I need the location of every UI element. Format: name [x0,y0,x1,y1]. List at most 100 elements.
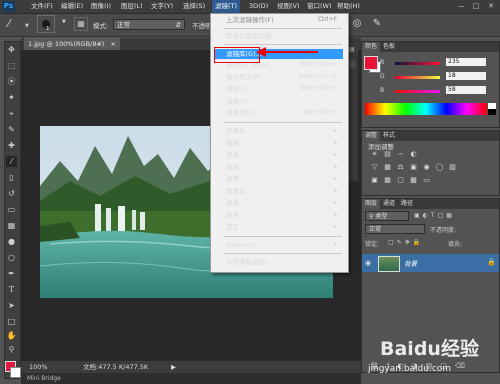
toggle-brush-panel-icon[interactable]: ▦ [74,17,88,31]
layer-name[interactable]: 背景 [404,258,417,268]
status-arrow-icon[interactable]: ▶ [171,361,176,373]
type-tool-icon[interactable]: T [6,284,17,295]
menu-item-browse-online-filters[interactable]: 浏览联机滤镜... [214,257,343,267]
brush-tool-preset-icon[interactable]: ⁄ [8,17,22,31]
color-balance-icon[interactable]: ⚖ [396,163,405,171]
clone-stamp-tool-icon[interactable]: ▯ [6,172,17,183]
menu-file[interactable]: 文件(F) [28,0,56,13]
brightness-contrast-icon[interactable]: ☀ [370,150,379,158]
menu-window[interactable]: 窗口(W) [304,0,335,13]
dodge-tool-icon[interactable]: ○ [6,252,17,263]
marquee-tool-icon[interactable]: ⬚ [6,60,17,71]
gradient-map-icon[interactable]: ▭ [422,176,431,184]
hue-saturation-icon[interactable]: ▦ [383,163,392,171]
black-white-icon[interactable]: ▣ [409,163,418,171]
close-window-button[interactable]: ✕ [486,2,496,11]
eyedropper-tool-icon[interactable]: ✎ [6,124,17,135]
tab-styles[interactable]: 样式 [380,131,398,141]
menu-select[interactable]: 选择(S) [180,0,208,13]
move-tool-icon[interactable]: ✥ [6,44,17,55]
history-panel-icon[interactable]: ▤ [349,46,356,53]
rectangle-tool-icon[interactable]: □ [6,316,17,327]
menu-item-lens-correction[interactable]: 镜头校正(R)... Shift+Ctrl+R [214,72,343,82]
menu-item-render[interactable]: 渲染 ▶ [214,198,343,208]
tab-layers[interactable]: 图层 [362,199,381,209]
layer-blend-mode-select[interactable]: 正常 [365,224,425,234]
brush-size-chevron-icon[interactable]: ▼ [62,19,67,25]
green-value-field[interactable]: 18 [446,72,486,80]
color-spectrum-bar[interactable] [365,103,487,115]
menu-item-last-filter[interactable]: 上次滤镜操作(F) Ctrl+F [214,15,343,25]
menu-layer[interactable]: 图层(L) [118,0,146,13]
menu-item-sharpen[interactable]: 锐化 ▶ [214,162,343,172]
red-slider[interactable] [395,62,440,65]
blue-slider[interactable] [395,90,440,93]
brush-tool-icon[interactable]: ⁄ [6,156,17,167]
document-tab[interactable]: 1.jpg @ 100%(RGB/8#) × [24,38,120,50]
curves-icon[interactable]: ∽ [396,150,405,158]
selective-color-icon[interactable]: ▩ [409,176,418,184]
tab-adjustments[interactable]: 调整 [362,131,381,141]
menu-item-video[interactable]: 视频 ▶ [214,174,343,184]
blend-mode-select[interactable]: 正常 ⇵ [113,19,185,30]
tab-paths[interactable]: 路径 [398,199,416,209]
menu-item-oil-paint[interactable]: 油画(O)... [214,96,343,106]
menu-3d[interactable]: 3D(D) [246,0,271,13]
menu-item-stylize[interactable]: 风格化 ▶ [214,126,343,136]
preset-chevron-icon[interactable]: ▼ [25,23,30,29]
zoom-tool-icon[interactable]: ⚲ [6,344,17,355]
zoom-level[interactable]: 100% [29,361,48,373]
layer-filter-icons[interactable]: ▣◐T□▦ [414,212,484,220]
gradient-tool-icon[interactable]: ▦ [6,220,17,231]
photo-filter-icon[interactable]: ◉ [422,163,431,171]
menu-item-vanishing-point[interactable]: 消失点(V)... Alt+Ctrl+V [214,108,343,118]
menu-edit[interactable]: 编辑(E) [58,0,86,13]
invert-icon[interactable]: ▣ [370,176,379,184]
menu-help[interactable]: 帮助(H) [334,0,363,13]
crop-tool-icon[interactable]: ⌖ [6,108,17,119]
color-lookup-icon[interactable]: ▧ [448,163,457,171]
pen-pressure-icon[interactable]: ✎ [370,17,384,31]
history-brush-tool-icon[interactable]: ↺ [6,188,17,199]
menu-item-convert-smart-filters[interactable]: 转换为智能滤镜 [214,31,343,41]
posterize-icon[interactable]: ▦ [383,176,392,184]
exposure-icon[interactable]: ◐ [409,150,418,158]
menu-item-pixelate[interactable]: 像素化 ▶ [214,186,343,196]
trash-icon[interactable]: ⌫ [455,362,473,370]
visibility-eye-icon[interactable]: ◉ [365,259,371,267]
menu-item-liquify[interactable]: 液化(L)... Shift+Ctrl+X [214,84,343,94]
tab-channels[interactable]: 通道 [380,199,398,209]
black-swatch[interactable] [488,109,496,115]
background-color-swatch[interactable] [10,367,21,378]
menu-type[interactable]: 文字(Y) [148,0,176,13]
menu-view[interactable]: 视图(V) [274,0,303,13]
minimize-button[interactable]: — [456,2,466,11]
green-slider[interactable] [395,76,440,79]
menu-item-blur[interactable]: 模糊 ▶ [214,138,343,148]
hand-tool-icon[interactable]: ✋ [6,330,17,341]
menu-image[interactable]: 图像(I) [88,0,114,13]
tab-color[interactable]: 颜色 [362,42,381,52]
maximize-button[interactable]: □ [471,2,481,11]
lasso-tool-icon[interactable]: ⦿ [6,76,17,87]
layer-filter-select[interactable]: ⚲ 类型 [365,211,409,221]
red-value-field[interactable]: 235 [446,58,486,66]
menu-item-digimarc[interactable]: Digimarc ▶ [214,240,343,250]
threshold-icon[interactable]: ▢ [396,176,405,184]
menu-item-noise[interactable]: 杂色 ▶ [214,210,343,220]
mini-bridge-tab[interactable]: Mini Bridge [27,373,61,384]
foreground-color-chip-front[interactable] [364,56,378,70]
layer-row-background[interactable]: ◉ 背景 🔒 [362,254,499,272]
magic-wand-tool-icon[interactable]: ✦ [6,92,17,103]
close-tab-icon[interactable]: × [110,40,115,48]
healing-brush-tool-icon[interactable]: ✚ [6,140,17,151]
channel-mixer-icon[interactable]: ◯ [435,163,444,171]
pressure-opacity-icon[interactable]: ◎ [350,17,364,31]
pen-tool-icon[interactable]: ✒ [6,268,17,279]
blue-value-field[interactable]: 58 [446,86,486,94]
levels-icon[interactable]: ▤ [383,150,392,158]
vibrance-icon[interactable]: ▽ [370,163,379,171]
menu-item-distort[interactable]: 扭曲 ▶ [214,150,343,160]
menu-item-other[interactable]: 其它 ▶ [214,222,343,232]
path-selection-tool-icon[interactable]: ➤ [6,300,17,311]
